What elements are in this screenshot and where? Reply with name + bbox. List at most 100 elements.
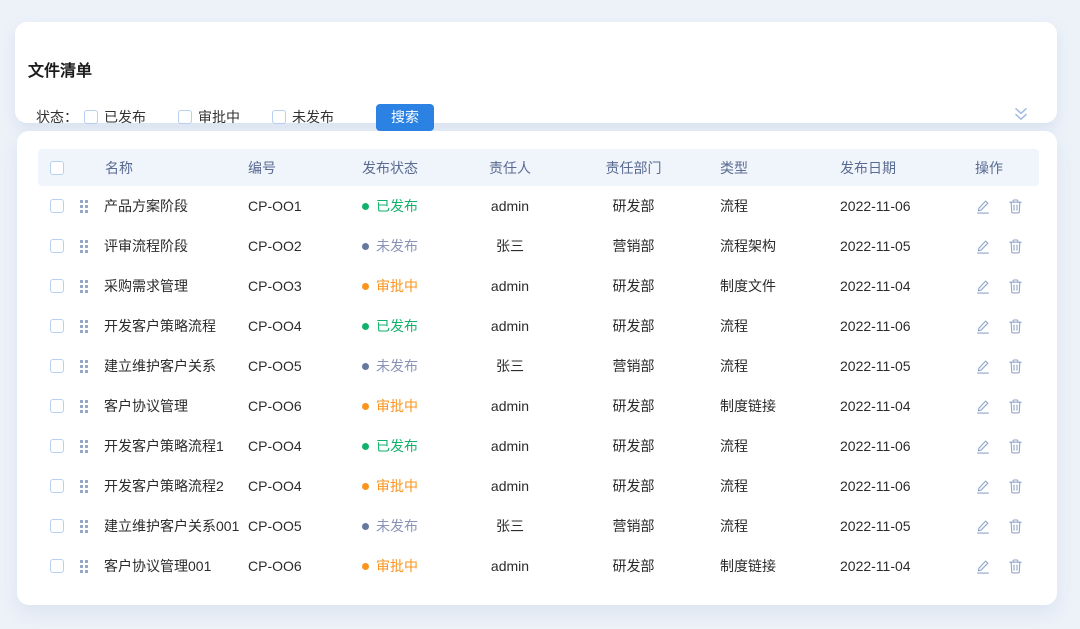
row-dept: 营销部 [565,236,702,256]
drag-handle-icon[interactable] [80,280,88,293]
row-owner: admin [455,558,565,574]
row-type: 流程 [702,196,820,216]
row-name: 客户协议管理001 [104,556,211,576]
row-checkbox[interactable] [50,279,64,293]
row-owner: admin [455,438,565,454]
delete-trash-icon[interactable] [1008,198,1024,215]
status-dot-icon [362,283,369,290]
select-all-checkbox[interactable] [50,161,64,175]
row-owner: admin [455,318,565,334]
delete-trash-icon[interactable] [1008,278,1024,295]
delete-trash-icon[interactable] [1008,238,1024,255]
status-dot-icon [362,523,369,530]
row-type: 流程 [702,436,820,456]
delete-trash-icon[interactable] [1008,438,1024,455]
status-label: 未发布 [376,236,418,256]
filter-checkbox-approving[interactable]: 审批中 [178,107,240,127]
row-name: 建立维护客户关系 [104,356,216,376]
row-name: 产品方案阶段 [104,196,188,216]
row-checkbox[interactable] [50,399,64,413]
edit-pencil-icon[interactable] [975,278,991,295]
table-row: 建立维护客户关系001 CP-OO5 未发布 张三 营销部 流程 2022-11… [38,506,1039,546]
row-checkbox[interactable] [50,359,64,373]
row-dept: 研发部 [565,396,702,416]
edit-pencil-icon[interactable] [975,238,991,255]
row-type: 制度文件 [702,276,820,296]
row-code: CP-OO5 [248,358,362,374]
delete-trash-icon[interactable] [1008,398,1024,415]
column-header-code: 编号 [248,158,362,178]
table-row: 建立维护客户关系 CP-OO5 未发布 张三 营销部 流程 2022-11-05 [38,346,1039,386]
table-body: 产品方案阶段 CP-OO1 已发布 admin 研发部 流程 2022-11-0… [38,186,1039,586]
row-name: 建立维护客户关系001 [104,516,239,536]
edit-pencil-icon[interactable] [975,398,991,415]
column-header-status: 发布状态 [362,158,455,178]
edit-pencil-icon[interactable] [975,518,991,535]
row-date: 2022-11-06 [820,198,957,214]
row-code: CP-OO3 [248,278,362,294]
row-type: 制度链接 [702,396,820,416]
status-dot-icon [362,403,369,410]
edit-pencil-icon[interactable] [975,318,991,335]
status-dot-icon [362,243,369,250]
status-dot-icon [362,363,369,370]
edit-pencil-icon[interactable] [975,558,991,575]
edit-pencil-icon[interactable] [975,478,991,495]
delete-trash-icon[interactable] [1008,358,1024,375]
row-checkbox[interactable] [50,439,64,453]
status-dot-icon [362,563,369,570]
filter-checkbox-published[interactable]: 已发布 [84,107,146,127]
column-header-name: 名称 [80,158,133,178]
drag-handle-icon[interactable] [80,520,88,533]
delete-trash-icon[interactable] [1008,318,1024,335]
row-checkbox[interactable] [50,239,64,253]
row-code: CP-OO6 [248,558,362,574]
collapse-double-chevron-icon[interactable] [1013,106,1029,122]
table-row: 采购需求管理 CP-OO3 审批中 admin 研发部 制度文件 2022-11… [38,266,1039,306]
drag-handle-icon[interactable] [80,480,88,493]
delete-trash-icon[interactable] [1008,478,1024,495]
drag-handle-icon[interactable] [80,400,88,413]
drag-handle-icon[interactable] [80,320,88,333]
row-code: CP-OO2 [248,238,362,254]
drag-handle-icon[interactable] [80,360,88,373]
drag-handle-icon[interactable] [80,560,88,573]
page: 文件清单 状态： 已发布 审批中 未发布 搜索 [0,0,1080,629]
filter-checkbox-unpublished[interactable]: 未发布 [272,107,334,127]
column-header-owner: 责任人 [455,158,565,178]
row-date: 2022-11-06 [820,318,957,334]
checkbox-approving[interactable] [178,110,192,124]
edit-pencil-icon[interactable] [975,358,991,375]
edit-pencil-icon[interactable] [975,198,991,215]
row-owner: admin [455,478,565,494]
row-dept: 营销部 [565,356,702,376]
row-dept: 研发部 [565,276,702,296]
status-label: 已发布 [376,436,418,456]
edit-pencil-icon[interactable] [975,438,991,455]
row-checkbox[interactable] [50,519,64,533]
row-code: CP-OO4 [248,318,362,334]
drag-handle-icon[interactable] [80,240,88,253]
status-label: 未发布 [376,516,418,536]
delete-trash-icon[interactable] [1008,558,1024,575]
row-type: 制度链接 [702,556,820,576]
row-checkbox[interactable] [50,559,64,573]
row-date: 2022-11-05 [820,358,957,374]
row-name: 采购需求管理 [104,276,188,296]
row-checkbox[interactable] [50,319,64,333]
row-name: 客户协议管理 [104,396,188,416]
drag-handle-icon[interactable] [80,440,88,453]
row-owner: admin [455,398,565,414]
table-row: 开发客户策略流程 CP-OO4 已发布 admin 研发部 流程 2022-11… [38,306,1039,346]
checkbox-unpublished[interactable] [272,110,286,124]
row-dept: 研发部 [565,436,702,456]
drag-handle-icon[interactable] [80,200,88,213]
delete-trash-icon[interactable] [1008,518,1024,535]
search-button[interactable]: 搜索 [376,104,434,131]
row-checkbox[interactable] [50,199,64,213]
column-header-dept: 责任部门 [565,158,702,178]
checkbox-published[interactable] [84,110,98,124]
status-label: 审批中 [376,396,418,416]
row-checkbox[interactable] [50,479,64,493]
row-dept: 研发部 [565,196,702,216]
